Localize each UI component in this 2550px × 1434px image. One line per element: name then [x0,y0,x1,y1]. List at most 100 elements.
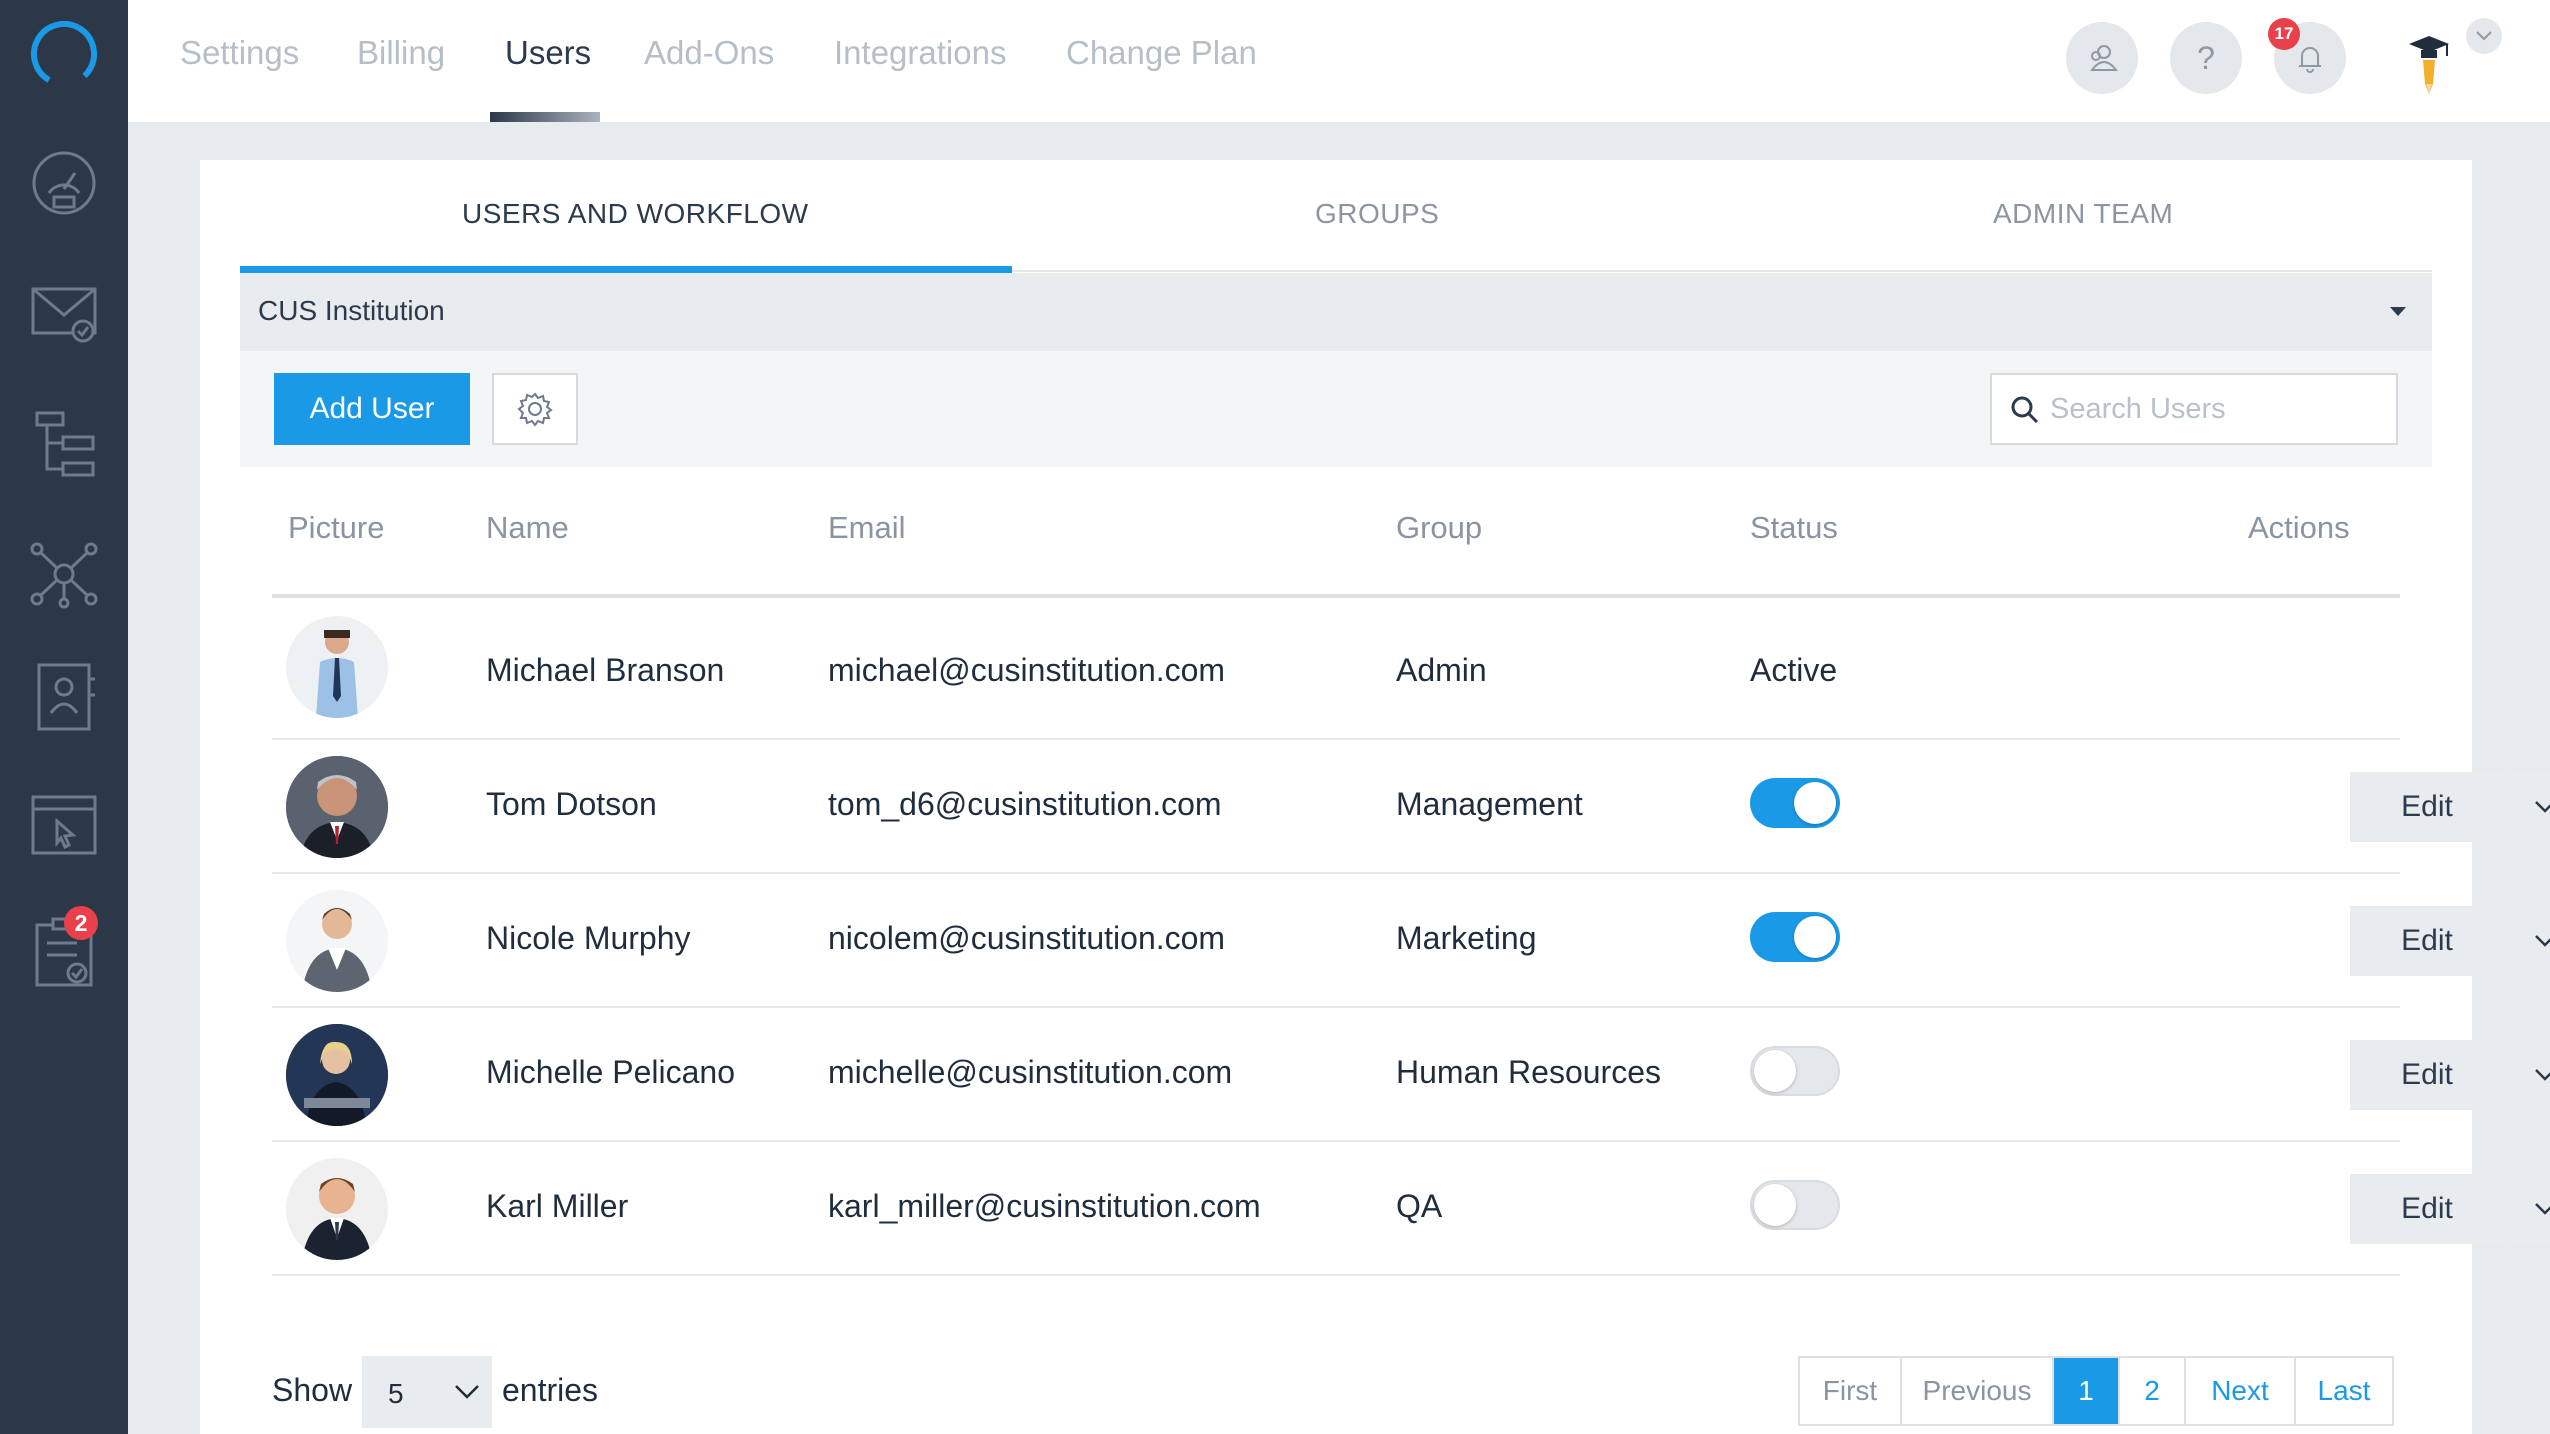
user-name: Michael Branson [486,652,725,688]
mail-icon [31,287,97,343]
edit-button[interactable]: Edit [2350,906,2504,976]
user-name: Karl Miller [486,1188,629,1224]
entries-per-page-select[interactable]: 5 [362,1356,492,1428]
pagination-first[interactable]: First [1800,1358,1902,1424]
sidebar-item-network[interactable] [24,534,104,614]
profile-avatar[interactable] [2386,22,2472,102]
user-status: Active [1750,652,1838,688]
add-user-button[interactable]: Add User [274,373,470,445]
table-row: Michelle Pelicano michelle@cusinstitutio… [272,1008,2550,1142]
topnav-users[interactable]: Users [505,34,591,72]
column-header-group[interactable]: Group [1396,510,1482,546]
user-email: michael@cusinstitution.com [828,652,1226,688]
column-header-email[interactable]: Email [828,510,906,546]
table-row: Nicole Murphy nicolem@cusinstitution.com… [272,874,2550,1008]
user-group: Management [1396,786,1583,822]
chevron-down-icon [2535,935,2550,947]
graduation-pencil-icon [2409,36,2449,94]
user-group: Human Resources [1396,1054,1661,1090]
column-header-status[interactable]: Status [1750,510,1838,546]
user-name: Nicole Murphy [486,920,691,956]
pagination: First Previous 1 2 Next Last [1798,1356,2394,1426]
pagination-last[interactable]: Last [2296,1358,2392,1424]
status-toggle[interactable] [1750,1180,1840,1230]
table-row: Tom Dotson tom_d6@cusinstitution.com Man… [272,740,2550,874]
actions-dropdown-button[interactable] [2506,772,2550,842]
pagination-page-2[interactable]: 2 [2120,1358,2186,1424]
profile-menu-toggle[interactable] [2466,18,2502,54]
status-toggle[interactable] [1750,912,1840,962]
sidebar-item-contacts[interactable] [24,656,104,736]
user-email: nicolem@cusinstitution.com [828,920,1226,956]
sidebar-item-mail[interactable] [24,272,104,352]
topnav-settings[interactable]: Settings [180,34,299,72]
chevron-down-icon [2476,31,2492,41]
pagination-previous[interactable]: Previous [1902,1358,2054,1424]
entries-label: entries [502,1372,599,1408]
sidebar-item-hierarchy[interactable] [24,404,104,484]
chevron-down-icon [2535,1069,2550,1081]
help-icon: ? [2197,39,2215,76]
chevron-down-icon [455,1385,479,1399]
tab-users-and-workflow[interactable]: USERS AND WORKFLOW [462,198,809,230]
avatar [286,616,388,718]
user-email: tom_d6@cusinstitution.com [828,786,1222,822]
chevron-down-icon [2535,1203,2550,1215]
gear-icon [517,392,553,427]
sidebar-item-tasks[interactable]: 2 [24,906,104,992]
hierarchy-icon [35,411,95,477]
table-row: Karl Miller karl_miller@cusinstitution.c… [272,1142,2550,1276]
users-icon [2089,45,2119,71]
user-switch-button[interactable] [2066,22,2138,94]
dashboard-icon [32,151,96,215]
help-button[interactable]: ? [2170,22,2242,94]
topnav-integrations[interactable]: Integrations [834,34,1006,72]
pagination-page-1[interactable]: 1 [2054,1358,2120,1424]
chevron-down-icon [2535,801,2550,813]
contact-card-icon [37,663,95,731]
network-icon [30,542,98,609]
notifications-badge: 17 [2268,18,2300,50]
tab-active-indicator [240,266,1012,273]
table-toolbar: Add User [240,351,2432,467]
topnav-add-ons[interactable]: Add-Ons [644,34,774,72]
avatar [286,1024,388,1126]
tab-groups[interactable]: GROUPS [1315,198,1439,230]
user-email: karl_miller@cusinstitution.com [828,1188,1261,1224]
show-label: Show [272,1372,353,1408]
search-icon [2011,396,2039,424]
sidebar: 2 [0,0,128,1434]
actions-dropdown-button[interactable] [2506,1174,2550,1244]
actions-dropdown-button[interactable] [2506,906,2550,976]
topnav-billing[interactable]: Billing [357,34,445,72]
entries-per-page-value: 5 [388,1378,404,1409]
edit-button[interactable]: Edit [2350,1174,2504,1244]
institution-select[interactable]: CUS Institution [240,273,2432,351]
browser-cursor-icon [31,795,97,855]
edit-button[interactable]: Edit [2350,772,2504,842]
pagination-next[interactable]: Next [2186,1358,2296,1424]
topnav-active-indicator [490,112,600,122]
table-row: Michael Branson michael@cusinstitution.c… [272,598,2400,740]
column-header-name[interactable]: Name [486,510,569,546]
avatar [286,756,388,858]
column-header-actions: Actions [2248,510,2350,545]
edit-button[interactable]: Edit [2350,1040,2504,1110]
sidebar-item-web[interactable] [24,786,104,866]
user-name: Michelle Pelicano [486,1054,736,1090]
topnav-change-plan[interactable]: Change Plan [1066,34,1257,72]
institution-label: CUS Institution [258,295,445,326]
avatar [286,890,388,992]
users-card: USERS AND WORKFLOW GROUPS ADMIN TEAM CUS… [200,160,2550,1434]
search-input[interactable] [2050,385,2380,433]
table-settings-button[interactable] [492,373,578,445]
logo-icon[interactable] [26,16,102,92]
tab-admin-team[interactable]: ADMIN TEAM [1993,198,2173,230]
status-toggle[interactable] [1750,778,1840,828]
sidebar-item-dashboard[interactable] [24,142,104,222]
user-email: michelle@cusinstitution.com [828,1054,1233,1090]
caret-down-icon [2390,307,2406,316]
status-toggle[interactable] [1750,1046,1840,1096]
actions-dropdown-button[interactable] [2506,1040,2550,1110]
avatar [286,1158,388,1260]
